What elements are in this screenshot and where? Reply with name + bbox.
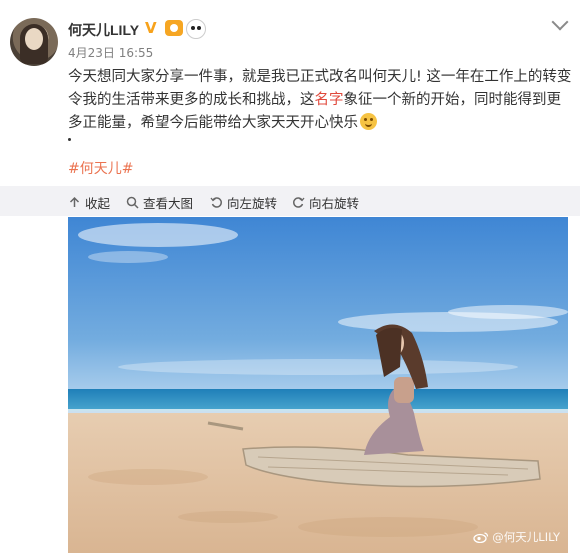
dot-separator xyxy=(68,138,71,141)
view-large-label: 查看大图 xyxy=(143,195,194,211)
beach-photo-illustration xyxy=(68,217,568,553)
timestamp[interactable]: 4月23日 16:55 xyxy=(68,44,153,61)
post-text-highlight: 名字 xyxy=(314,92,344,108)
emoji-icon xyxy=(360,113,377,130)
rotate-left-label: 向左旋转 xyxy=(227,195,278,211)
rotate-right-icon xyxy=(293,196,305,208)
avatar[interactable] xyxy=(10,18,58,66)
verified-icon: V xyxy=(145,19,157,37)
zoom-icon xyxy=(126,196,139,209)
image-toolbar: 收起 查看大图 向左旋转 向右旋转 xyxy=(0,186,580,216)
post-text: 今天想同大家分享一件事，就是我已正式改名叫何天儿! 这一年在工作上的转变令我的生… xyxy=(68,66,573,135)
avatar-face xyxy=(25,28,43,50)
photo-watermark: @何天儿LILY xyxy=(473,529,560,545)
panda-icon xyxy=(186,19,206,39)
collapse-button[interactable]: 收起 xyxy=(68,193,110,211)
rotate-left-button[interactable]: 向左旋转 xyxy=(210,193,277,211)
post-photo[interactable]: @何天儿LILY xyxy=(68,217,568,553)
rotate-left-icon xyxy=(210,196,222,208)
rotate-right-label: 向右旋转 xyxy=(309,195,360,211)
view-large-button[interactable]: 查看大图 xyxy=(126,193,193,211)
username[interactable]: 何天儿LILY xyxy=(68,20,139,40)
vip-badge-icon xyxy=(165,20,183,36)
weibo-icon xyxy=(473,532,489,543)
watermark-text: @何天儿LILY xyxy=(492,530,560,544)
collapse-icon xyxy=(69,196,80,207)
collapse-label: 收起 xyxy=(85,195,111,211)
rotate-right-button[interactable]: 向右旋转 xyxy=(292,193,359,211)
post-card: 何天儿LILY V 4月23日 16:55 今天想同大家分享一件事，就是我已正式… xyxy=(0,0,580,185)
hashtag-link[interactable]: #何天儿# xyxy=(68,158,133,178)
chevron-down-icon[interactable] xyxy=(551,13,569,31)
